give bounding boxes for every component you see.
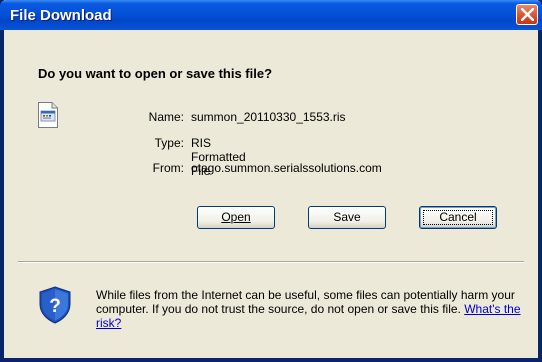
security-warning: While files from the Internet can be use…	[96, 288, 526, 330]
open-button[interactable]: Open	[197, 206, 275, 229]
ris-file-icon	[38, 102, 58, 133]
open-button-label: Open	[221, 210, 251, 224]
file-name-label: Name:	[148, 110, 184, 124]
file-type-label: Type:	[154, 136, 184, 150]
dialog-question: Do you want to open or save this file?	[38, 66, 273, 81]
close-icon	[521, 8, 534, 21]
window-title: File Download	[10, 7, 112, 24]
close-button[interactable]	[516, 4, 538, 25]
file-from-label: From:	[152, 161, 184, 175]
svg-text:?: ?	[49, 296, 61, 317]
security-shield-icon: ?	[38, 286, 72, 329]
save-button[interactable]: Save	[308, 206, 386, 229]
title-bar[interactable]: File Download	[0, 0, 542, 30]
file-from-value: otago.summon.serialssolutions.com	[191, 161, 382, 175]
cancel-button[interactable]: Cancel	[419, 206, 497, 229]
dialog-body: Do you want to open or save this file? N…	[4, 30, 538, 358]
warning-text: While files from the Internet can be use…	[96, 288, 515, 316]
file-name-value: summon_20110330_1553.ris	[191, 110, 346, 124]
focus-rectangle	[423, 210, 493, 225]
file-download-dialog: File Download Do you want to open or sav…	[0, 0, 542, 362]
separator-highlight	[18, 262, 524, 263]
save-button-label: Save	[333, 210, 361, 224]
